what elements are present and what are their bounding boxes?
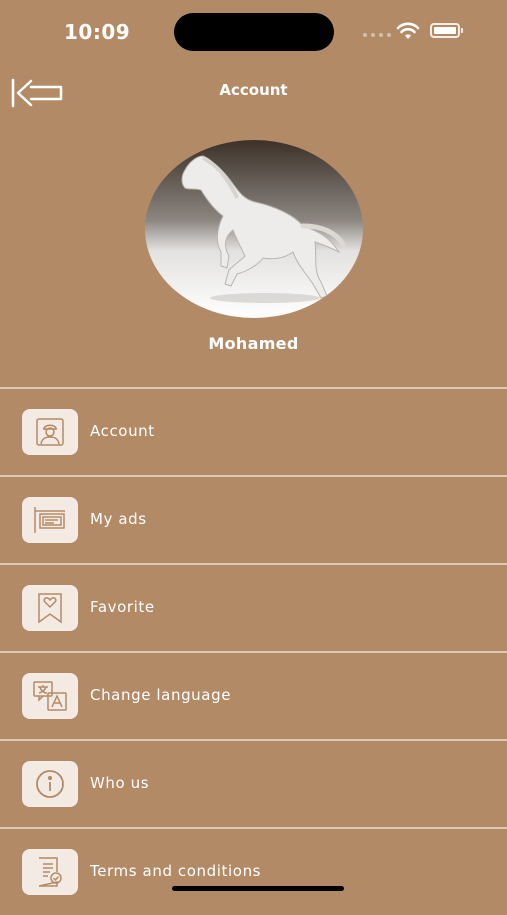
profile-avatar	[145, 140, 363, 318]
status-bar: 10:09	[0, 0, 507, 62]
terms-document-icon	[38, 857, 62, 887]
info-icon	[36, 770, 64, 798]
menu-label: Change language	[90, 686, 232, 704]
page-title: Account	[219, 81, 288, 99]
battery-icon	[430, 23, 463, 38]
ads-sign-icon	[34, 507, 65, 533]
menu-label: Terms and conditions	[90, 862, 262, 880]
menu-item-favorite[interactable]: Favorite	[0, 563, 507, 651]
bookmark-heart-icon	[38, 593, 62, 624]
dynamic-island	[174, 13, 334, 51]
menu-label: Account	[90, 422, 155, 440]
menu-label: My ads	[90, 510, 147, 528]
menu-item-account[interactable]: Account	[0, 387, 507, 475]
menu-icon-tile	[22, 497, 78, 543]
status-time: 10:09	[64, 20, 131, 44]
menu-item-who-us[interactable]: Who us	[0, 739, 507, 827]
menu-item-my-ads[interactable]: My ads	[0, 475, 507, 563]
profile-name: Mohamed	[208, 334, 299, 353]
cellular-signal-icon	[363, 33, 391, 37]
user-icon	[36, 418, 64, 446]
menu-icon-tile	[22, 673, 78, 719]
white-horse-photo	[145, 140, 363, 318]
menu-icon-tile	[22, 585, 78, 631]
menu-icon-tile	[22, 409, 78, 455]
menu-icon-tile	[22, 761, 78, 807]
home-indicator[interactable]	[172, 886, 344, 891]
account-menu: Account My ads Favorite Change language …	[0, 387, 507, 915]
menu-item-change-language[interactable]: Change language	[0, 651, 507, 739]
menu-item-terms-and-conditions[interactable]: Terms and conditions	[0, 827, 507, 915]
translate-icon	[33, 681, 67, 711]
menu-icon-tile	[22, 849, 78, 895]
menu-label: Who us	[90, 774, 150, 792]
menu-label: Favorite	[90, 598, 155, 616]
wifi-icon	[396, 22, 420, 39]
